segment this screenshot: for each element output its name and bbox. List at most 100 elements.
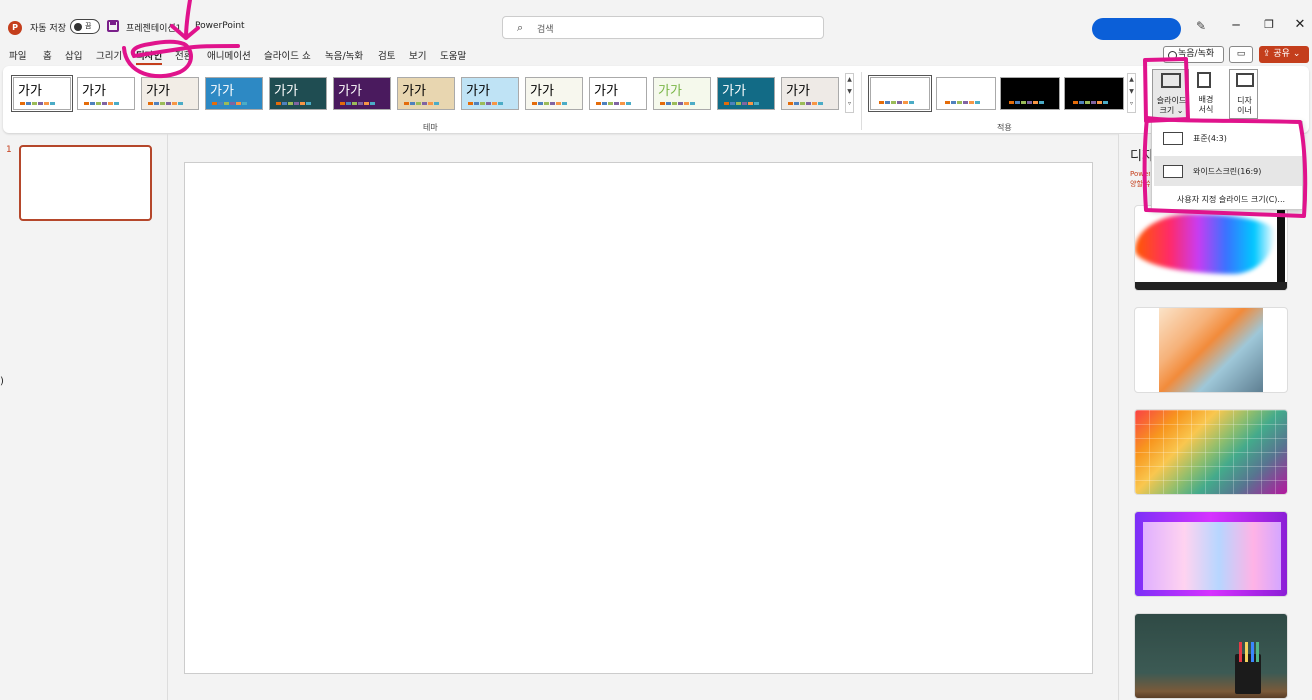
variant-thumbnail[interactable] <box>1000 77 1060 110</box>
tab-8[interactable]: 녹음/녹화 <box>325 48 363 62</box>
custom-slide-size-option[interactable]: 사용자 지정 슬라이드 크기(C)... <box>1177 194 1285 205</box>
tab-2[interactable]: 삽입 <box>65 48 82 62</box>
color-swatch <box>108 102 113 105</box>
tab-9[interactable]: 검토 <box>378 48 395 62</box>
tab-10[interactable]: 보기 <box>409 48 426 62</box>
color-swatch <box>172 102 177 105</box>
slide-size-button[interactable]: 슬라이드 크기 ⌄ <box>1152 69 1189 119</box>
design-idea-card[interactable] <box>1134 409 1288 495</box>
theme-thumbnail[interactable]: 가가 <box>461 77 519 110</box>
theme-color-swatches <box>212 102 247 105</box>
color-swatch <box>480 102 485 105</box>
color-swatch <box>1021 101 1026 104</box>
tab-11[interactable]: 도움말 <box>440 48 466 62</box>
share-button[interactable]: ⇪ 공유 ⌄ <box>1259 46 1309 63</box>
slide-thumbnail[interactable] <box>19 145 152 221</box>
color-swatch <box>812 102 817 105</box>
save-icon[interactable] <box>107 20 119 32</box>
design-idea-card[interactable] <box>1134 307 1288 393</box>
variant-thumbnail[interactable] <box>868 75 932 112</box>
theme-sample-text: 가가 <box>658 84 682 99</box>
design-idea-frame <box>1277 206 1285 290</box>
theme-color-swatches <box>468 102 503 105</box>
color-swatch <box>608 102 613 105</box>
color-swatch <box>1091 101 1096 104</box>
theme-thumbnail[interactable]: 가가 <box>397 77 455 110</box>
tab-0[interactable]: 파일 <box>9 48 26 62</box>
color-swatch <box>492 102 497 105</box>
theme-thumbnail[interactable]: 가가 <box>141 77 199 110</box>
panel-divider[interactable] <box>167 134 168 700</box>
color-swatch <box>562 102 567 105</box>
color-swatch <box>90 102 95 105</box>
color-swatch <box>897 101 902 104</box>
color-swatch <box>975 101 980 104</box>
account-button[interactable] <box>1092 18 1181 40</box>
color-swatch <box>1009 101 1014 104</box>
variants-group-label: 적용 <box>997 123 1012 132</box>
slide-size-widescreen-option[interactable]: 와이드스크린(16:9) <box>1154 156 1302 186</box>
theme-sample-text: 가가 <box>530 84 554 99</box>
comment-button[interactable]: ▭ <box>1229 46 1253 63</box>
tab-3[interactable]: 그리기 <box>96 48 122 62</box>
design-idea-art <box>1135 410 1287 494</box>
theme-thumbnail[interactable]: 가가 <box>11 75 73 112</box>
color-swatch <box>909 101 914 104</box>
theme-thumbnail[interactable]: 가가 <box>781 77 839 110</box>
close-button[interactable]: ✕ <box>1293 17 1307 32</box>
design-idea-card[interactable] <box>1134 205 1288 291</box>
color-swatch <box>538 102 543 105</box>
color-swatch <box>1033 101 1038 104</box>
theme-thumbnail[interactable]: 가가 <box>77 77 135 110</box>
color-swatch <box>84 102 89 105</box>
design-idea-card[interactable] <box>1134 613 1288 699</box>
tab-7[interactable]: 슬라이드 쇼 <box>264 48 311 62</box>
design-idea-card[interactable] <box>1134 511 1288 597</box>
color-swatch <box>306 102 311 105</box>
color-swatch <box>736 102 741 105</box>
color-swatch <box>963 101 968 104</box>
color-swatch <box>945 101 950 104</box>
theme-thumbnail[interactable]: 가가 <box>205 77 263 110</box>
theme-thumbnail[interactable]: 가가 <box>589 77 647 110</box>
record-button[interactable]: 녹음/녹화 <box>1163 46 1224 63</box>
title-bar: P 자동 저장 끔 프레젠테이션1 PowerPoint ⌕ 검색 ✎ ─ ❐ … <box>0 15 1312 43</box>
variant-thumbnail[interactable] <box>1064 77 1124 110</box>
color-swatch <box>300 102 305 105</box>
tab-4[interactable]: 디자인 <box>136 48 163 65</box>
color-swatch <box>748 102 753 105</box>
color-swatch <box>26 102 31 105</box>
color-swatch <box>800 102 805 105</box>
theme-color-swatches <box>788 102 823 105</box>
theme-thumbnail[interactable]: 가가 <box>525 77 583 110</box>
color-swatch <box>160 102 165 105</box>
maximize-button[interactable]: ❐ <box>1262 18 1276 31</box>
theme-thumbnail[interactable]: 가가 <box>717 77 775 110</box>
tab-5[interactable]: 전환 <box>175 48 192 62</box>
slide-canvas[interactable] <box>184 162 1093 674</box>
designer-button[interactable]: 디자 이너 <box>1229 69 1258 119</box>
tab-1[interactable]: 홈 <box>43 48 52 62</box>
minimize-button[interactable]: ─ <box>1229 18 1243 32</box>
format-background-icon <box>1197 72 1211 88</box>
variant-color-swatches <box>1073 101 1108 104</box>
ribbon-divider <box>861 72 862 130</box>
theme-color-swatches <box>20 102 55 105</box>
tab-6[interactable]: 애니메이션 <box>207 48 251 62</box>
design-idea-art <box>1135 214 1275 274</box>
pen-icon[interactable]: ✎ <box>1196 19 1206 33</box>
theme-thumbnail[interactable]: 가가 <box>333 77 391 110</box>
variant-thumbnail[interactable] <box>936 77 996 110</box>
themes-scroll-arrows[interactable]: ▲ ▼ ▿ <box>845 73 854 113</box>
color-swatch <box>794 102 799 105</box>
slide-size-standard-option[interactable]: 표준(4:3) <box>1154 123 1302 153</box>
search-input[interactable]: ⌕ 검색 <box>502 16 824 39</box>
document-name[interactable]: 프레젠테이션1 <box>126 21 181 34</box>
theme-thumbnail[interactable]: 가가 <box>269 77 327 110</box>
theme-thumbnail[interactable]: 가가 <box>653 77 711 110</box>
color-swatch <box>218 102 223 105</box>
color-swatch <box>532 102 537 105</box>
autosave-toggle[interactable]: 끔 <box>70 19 100 34</box>
variants-scroll-arrows[interactable]: ▲ ▼ ▿ <box>1127 73 1136 113</box>
format-background-button[interactable]: 배경 서식 <box>1191 69 1221 119</box>
